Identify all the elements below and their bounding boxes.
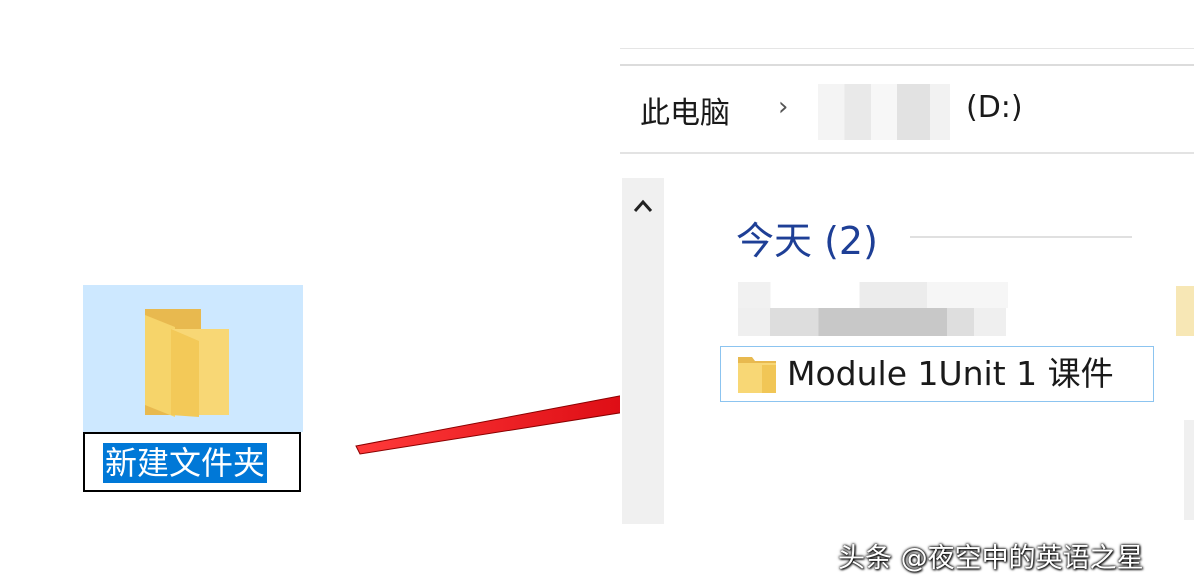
folder-icon[interactable] xyxy=(141,305,233,417)
rename-selected-text[interactable]: 新建文件夹 xyxy=(103,443,268,483)
screenshot-canvas: 新建文件夹 此电脑 › (D:) 今天 (2) Module 1Unit 1 课… xyxy=(0,0,1194,586)
vertical-scrollbar[interactable] xyxy=(622,178,664,524)
file-explorer: 此电脑 › (D:) 今天 (2) Module 1Unit 1 课件 xyxy=(620,0,1194,586)
desktop-folder-item[interactable]: 新建文件夹 xyxy=(83,285,303,495)
blurred-file-row xyxy=(738,282,1008,308)
watermark-text: 头条 @夜空中的英语之星 xyxy=(838,543,1144,574)
group-header-today[interactable]: 今天 (2) xyxy=(736,210,878,265)
file-name[interactable]: Module 1Unit 1 课件 xyxy=(787,353,1114,395)
file-item-module-folder[interactable]: Module 1Unit 1 课件 xyxy=(720,346,1154,402)
blurred-drive-label xyxy=(818,84,950,140)
breadcrumb-separator-icon[interactable]: › xyxy=(778,92,788,122)
blurred-file-row xyxy=(738,308,1006,336)
partial-panel-edge xyxy=(1184,420,1194,520)
rename-input[interactable]: 新建文件夹 xyxy=(83,432,301,492)
address-bar[interactable]: 此电脑 › (D:) xyxy=(620,66,1194,154)
folder-icon xyxy=(738,357,776,393)
partial-item-icon xyxy=(1176,286,1194,336)
chevron-up-icon[interactable] xyxy=(622,178,664,234)
breadcrumb-drive[interactable]: (D:) xyxy=(966,90,1023,125)
group-divider xyxy=(910,236,1132,238)
ribbon-divider xyxy=(620,48,1194,49)
breadcrumb-this-pc[interactable]: 此电脑 xyxy=(640,88,730,132)
